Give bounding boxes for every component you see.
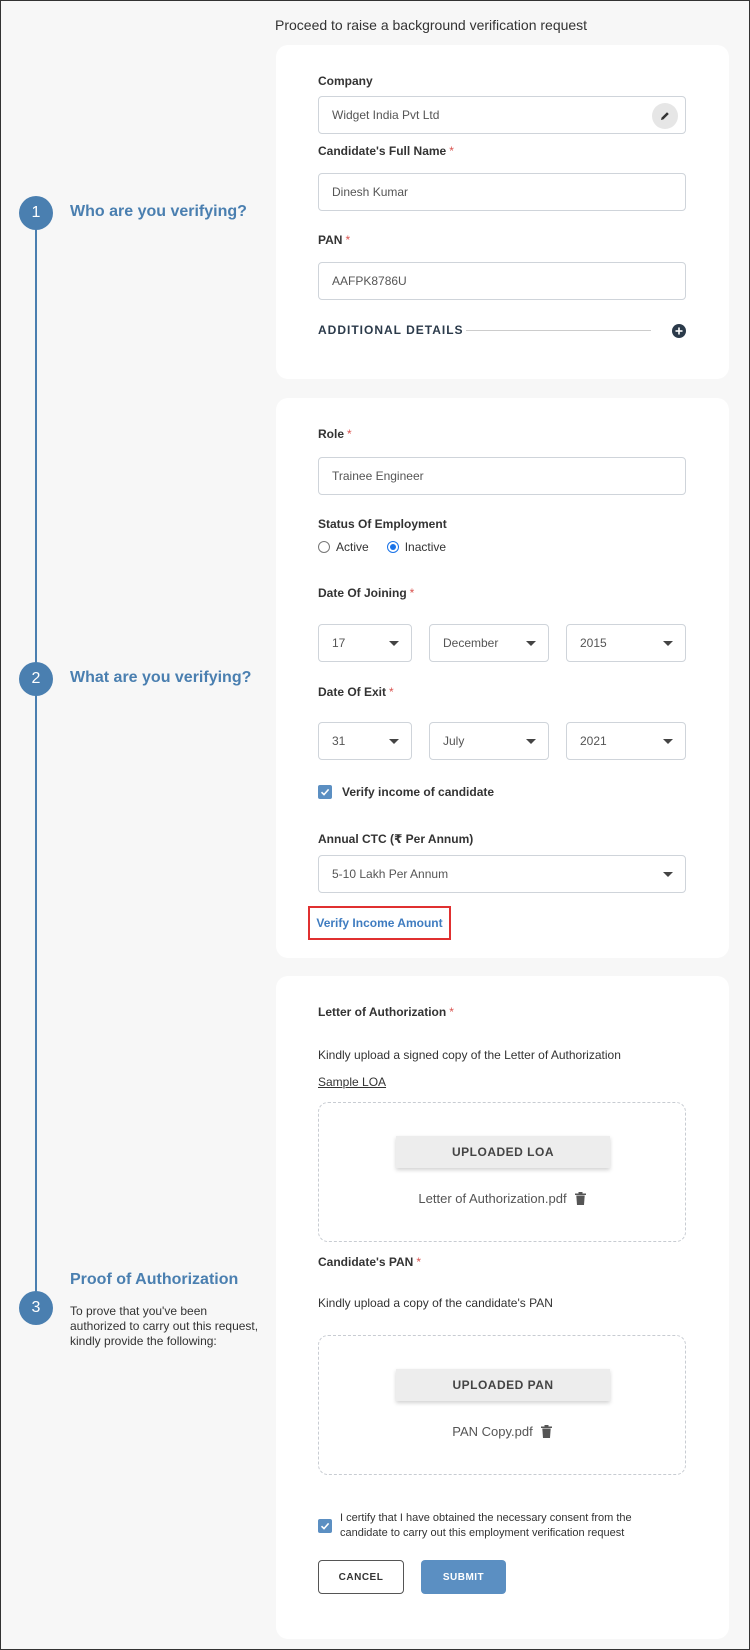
company-field[interactable]: Widget India Pvt Ltd	[318, 96, 686, 134]
trash-icon[interactable]	[574, 1192, 586, 1205]
role-label: Role *	[318, 427, 352, 441]
doj-year-value: 2015	[580, 636, 607, 650]
employment-status-label: Status Of Employment	[318, 517, 447, 531]
verify-income-amount-button[interactable]: Verify Income Amount	[308, 906, 451, 940]
role-field[interactable]: Trainee Engineer	[318, 457, 686, 495]
candidate-name-value: Dinesh Kumar	[332, 185, 409, 199]
chevron-down-icon	[389, 739, 399, 744]
step-3-title: Proof of Authorization	[70, 1271, 239, 1288]
proof-card: Letter of Authorization * Kindly upload a…	[276, 976, 729, 1639]
timeline-line	[35, 213, 37, 1307]
chevron-down-icon	[389, 641, 399, 646]
status-inactive-label: Inactive	[404, 540, 447, 554]
step-3-circle: 3	[19, 1291, 53, 1325]
company-label: Company	[318, 74, 373, 88]
pan-file-row: PAN Copy.pdf	[319, 1424, 685, 1439]
annual-ctc-value: 5-10 Lakh Per Annum	[332, 867, 449, 881]
date-of-exit-label: Date Of Exit *	[318, 685, 394, 699]
pan-upload-area[interactable]: UPLOADED PAN PAN Copy.pdf	[318, 1335, 686, 1475]
pan-help-text: Kindly upload a copy of the candidate's …	[318, 1296, 553, 1310]
certify-checkbox[interactable]	[318, 1519, 332, 1533]
status-inactive-radio[interactable]	[386, 541, 399, 553]
doj-month-value: December	[443, 636, 499, 650]
pan-value: AAFPK8786U	[332, 274, 407, 288]
step-1-title: Who are you verifying?	[70, 203, 247, 220]
chevron-down-icon	[663, 641, 673, 646]
pan-label: PAN *	[318, 233, 351, 247]
annual-ctc-select[interactable]: 5-10 Lakh Per Annum	[318, 855, 686, 893]
who-card: Company Widget India Pvt Ltd Candidate's…	[276, 45, 729, 379]
status-active-radio[interactable]	[318, 541, 330, 553]
pencil-icon	[661, 112, 669, 120]
candidate-name-field[interactable]: Dinesh Kumar	[318, 173, 686, 211]
step-1-circle: 1	[19, 196, 53, 230]
what-card: Role * Trainee Engineer Status Of Employm…	[276, 398, 729, 958]
chevron-down-icon	[526, 739, 536, 744]
loa-help-text: Kindly upload a signed copy of the Lette…	[318, 1048, 621, 1062]
step-3-description: To prove that you've been authorized to …	[70, 1304, 259, 1348]
certify-text: I certify that I have obtained the neces…	[340, 1512, 632, 1539]
annual-ctc-label: Annual CTC (₹ Per Annum)	[318, 832, 474, 846]
doe-year-select[interactable]: 2021	[566, 722, 686, 760]
loa-file-name: Letter of Authorization.pdf	[418, 1191, 567, 1206]
step-2-circle: 2	[19, 662, 53, 696]
doj-day-select[interactable]: 17	[318, 624, 412, 662]
doe-day-select[interactable]: 31	[318, 722, 412, 760]
doe-year-value: 2021	[580, 734, 607, 748]
step-2-title: What are you verifying?	[70, 669, 252, 686]
uploaded-loa-button[interactable]: UPLOADED LOA	[396, 1136, 610, 1168]
company-value: Widget India Pvt Ltd	[332, 108, 440, 122]
sample-loa-link[interactable]: Sample LOA	[318, 1075, 386, 1089]
additional-details-divider	[466, 330, 651, 331]
doe-month-select[interactable]: July	[429, 722, 549, 760]
pan-file-name: PAN Copy.pdf	[452, 1424, 533, 1439]
candidate-pan-label: Candidate's PAN *	[318, 1255, 421, 1269]
edit-company-button[interactable]	[652, 103, 678, 129]
submit-button[interactable]: SUBMIT	[421, 1560, 506, 1594]
loa-label: Letter of Authorization *	[318, 1005, 454, 1019]
employment-status-group: Active Inactive	[318, 540, 464, 554]
status-active-label: Active	[336, 540, 369, 554]
doe-day-value: 31	[332, 734, 346, 748]
checkmark-icon	[320, 788, 330, 796]
verify-income-checkbox[interactable]	[318, 785, 332, 799]
pan-field[interactable]: AAFPK8786U	[318, 262, 686, 300]
chevron-down-icon	[663, 872, 673, 877]
doj-month-select[interactable]: December	[429, 624, 549, 662]
doe-month-value: July	[443, 734, 465, 748]
chevron-down-icon	[526, 641, 536, 646]
uploaded-pan-button[interactable]: UPLOADED PAN	[396, 1369, 610, 1401]
verify-income-row: Verify income of candidate	[318, 785, 494, 799]
page-subtitle: Proceed to raise a background verificati…	[275, 17, 588, 33]
role-value: Trainee Engineer	[332, 469, 424, 483]
trash-icon[interactable]	[540, 1425, 552, 1438]
date-of-joining-label: Date Of Joining *	[318, 586, 415, 600]
verify-income-label: Verify income of candidate	[342, 785, 495, 799]
doj-day-value: 17	[332, 636, 346, 650]
checkmark-icon	[320, 1522, 330, 1530]
loa-upload-area[interactable]: UPLOADED LOA Letter of Authorization.pdf	[318, 1102, 686, 1242]
candidate-name-label: Candidate's Full Name *	[318, 144, 454, 158]
doj-year-select[interactable]: 2015	[566, 624, 686, 662]
cancel-button[interactable]: CANCEL	[318, 1560, 404, 1594]
plus-circle-icon[interactable]	[672, 324, 686, 338]
certify-row: I certify that I have obtained the neces…	[318, 1511, 675, 1541]
loa-file-row: Letter of Authorization.pdf	[319, 1191, 685, 1206]
additional-details-label: ADDITIONAL DETAILS	[318, 323, 464, 337]
chevron-down-icon	[663, 739, 673, 744]
